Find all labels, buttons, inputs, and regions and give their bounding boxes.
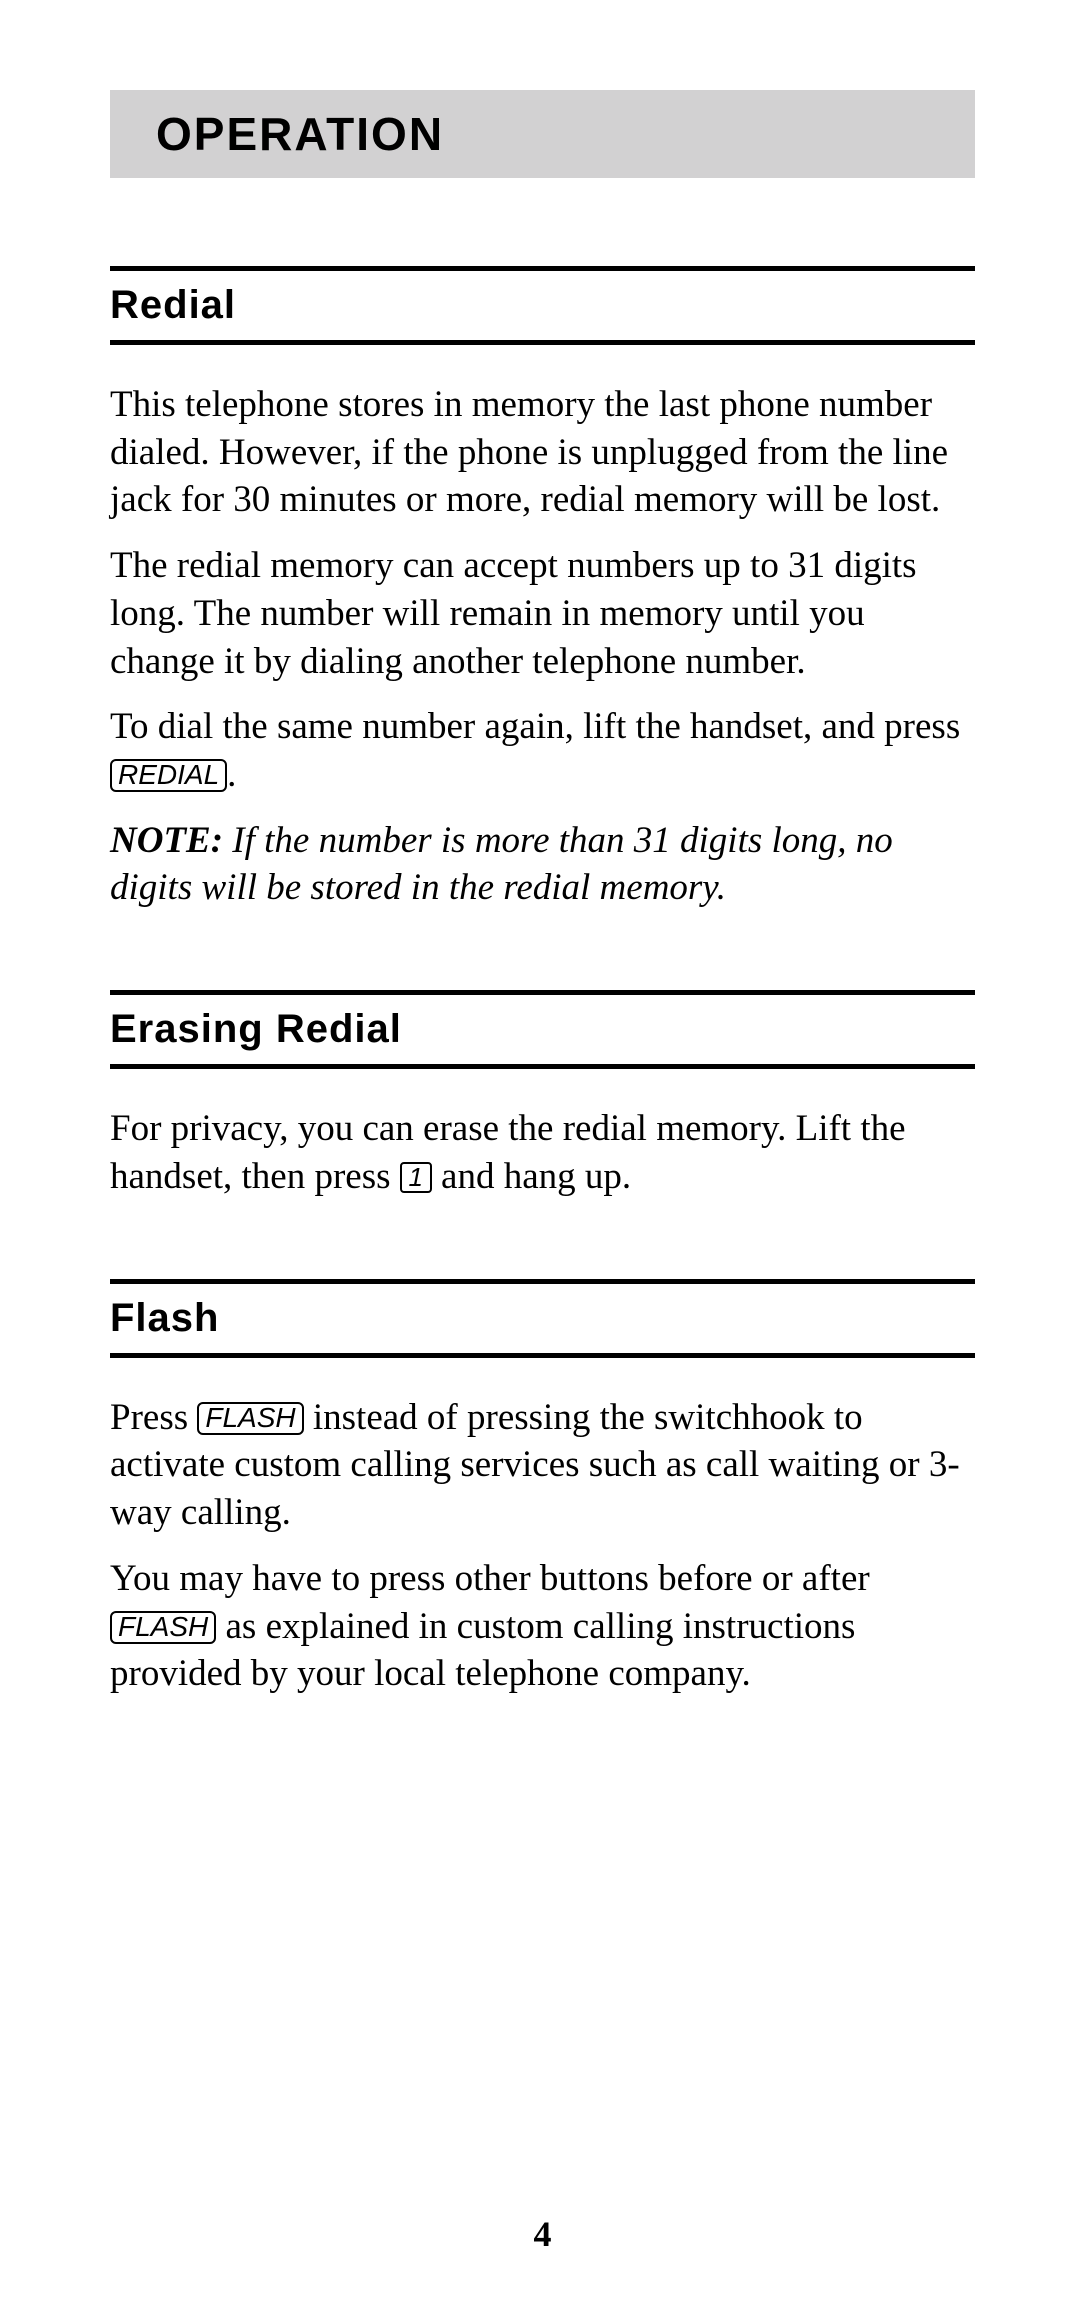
section-heading-flash: Flash <box>110 1279 975 1358</box>
flash-p1a: Press <box>110 1397 197 1438</box>
page: OPERATION Redial This telephone stores i… <box>0 0 1080 2315</box>
erasing-p1: For privacy, you can erase the redial me… <box>110 1105 975 1200</box>
flash-p2b: as explained in custom calling instructi… <box>110 1606 855 1695</box>
page-title: OPERATION <box>156 107 444 161</box>
section-heading-erasing: Erasing Redial <box>110 990 975 1069</box>
heading-erasing: Erasing Redial <box>110 1007 975 1052</box>
redial-note: NOTE: If the number is more than 31 digi… <box>110 817 975 912</box>
header-banner: OPERATION <box>110 90 975 178</box>
page-number: 4 <box>110 2173 975 2255</box>
one-key-icon: 1 <box>400 1162 432 1193</box>
flash-p2: You may have to press other buttons befo… <box>110 1555 975 1698</box>
redial-p3b: . <box>227 754 236 795</box>
note-body: If the number is more than 31 digits lon… <box>110 820 893 909</box>
redial-p2: The redial memory can accept numbers up … <box>110 542 975 685</box>
flash-p1: Press FLASH instead of pressing the swit… <box>110 1394 975 1537</box>
redial-key-icon: REDIAL <box>110 759 227 792</box>
heading-redial: Redial <box>110 283 975 328</box>
section-heading-redial: Redial <box>110 266 975 345</box>
flash-key-icon: FLASH <box>197 1402 303 1435</box>
flash-key-icon-2: FLASH <box>110 1611 216 1644</box>
heading-flash: Flash <box>110 1296 975 1341</box>
redial-p1: This telephone stores in memory the last… <box>110 381 975 524</box>
redial-p3a: To dial the same number again, lift the … <box>110 706 960 747</box>
flash-p2a: You may have to press other buttons befo… <box>110 1558 870 1599</box>
redial-p3: To dial the same number again, lift the … <box>110 703 975 798</box>
note-label: NOTE: <box>110 820 223 861</box>
erasing-p1b: and hang up. <box>432 1156 631 1197</box>
